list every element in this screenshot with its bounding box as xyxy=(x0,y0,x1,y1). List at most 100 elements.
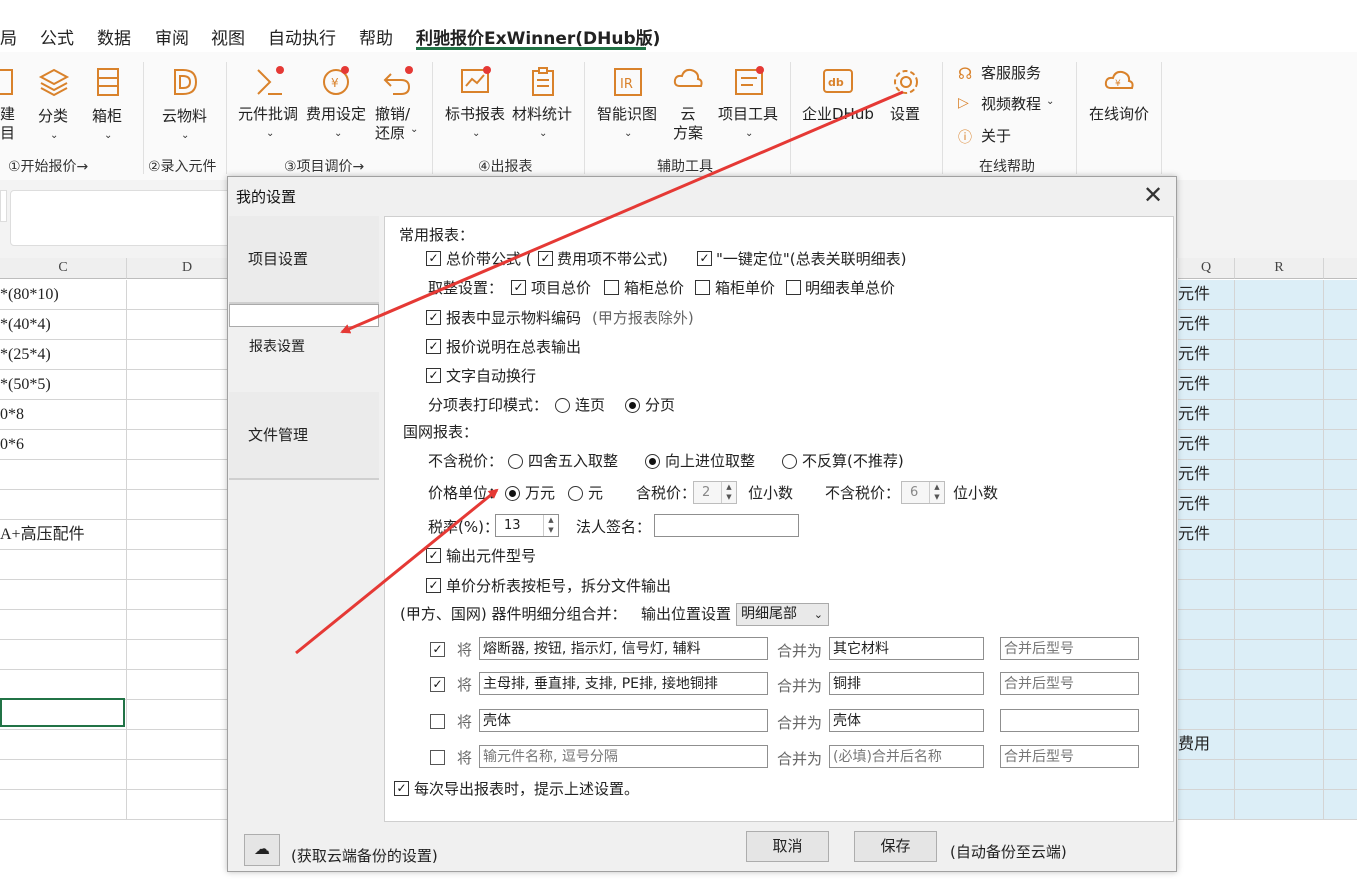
cell-s[interactable] xyxy=(1324,460,1357,490)
cell-c[interactable]: *(50*5) xyxy=(0,370,127,400)
cell-s[interactable] xyxy=(1324,550,1357,580)
merge-target-input[interactable]: (必填)合并后名称 xyxy=(829,745,984,768)
cell-r[interactable] xyxy=(1235,790,1324,820)
merge-model-input[interactable]: 合并后型号 xyxy=(1000,672,1139,695)
cell-s[interactable] xyxy=(1324,640,1357,670)
merge-model-input[interactable]: 合并后型号 xyxy=(1000,745,1139,768)
merge-target-input[interactable]: 壳体 xyxy=(829,709,984,732)
output-position-select[interactable]: 明细尾部 ⌄ xyxy=(736,603,829,626)
cell-c[interactable] xyxy=(0,490,127,520)
cell-q[interactable] xyxy=(1178,580,1235,610)
cell-q[interactable] xyxy=(1178,760,1235,790)
cell-r[interactable] xyxy=(1235,700,1324,730)
merge-row-checkbox[interactable]: ✓ xyxy=(430,642,445,657)
cell-s[interactable] xyxy=(1324,580,1357,610)
cell-q[interactable] xyxy=(1178,550,1235,580)
checkbox-round-project-total[interactable]: ✓ xyxy=(511,280,526,295)
tax-rate-stepper[interactable]: 13 ▲ ▼ xyxy=(495,514,559,537)
radio-print-continuous[interactable] xyxy=(555,398,570,413)
radio-round-half[interactable] xyxy=(508,454,523,469)
undo-redo-button[interactable]: 撤销/ 还原 xyxy=(375,105,410,143)
cancel-button[interactable]: 取消 xyxy=(746,831,829,862)
cell-s[interactable] xyxy=(1324,670,1357,700)
cell-r[interactable] xyxy=(1235,760,1324,790)
cell-r[interactable] xyxy=(1235,280,1324,310)
cell-c[interactable] xyxy=(0,640,127,670)
nav-report-settings[interactable]: 报表设置 xyxy=(229,304,379,355)
checkbox-round-detail-total[interactable] xyxy=(786,280,801,295)
merge-items-input[interactable]: 输元件名称, 逗号分隔 xyxy=(479,745,768,768)
cell-q[interactable]: 元件 xyxy=(1178,280,1235,310)
merge-items-input[interactable]: 主母排, 垂直排, 支排, PE排, 接地铜排 xyxy=(479,672,768,695)
cell-c[interactable] xyxy=(0,460,127,490)
merge-target-input[interactable]: 其它材料 xyxy=(829,637,984,660)
incl-tax-decimal-stepper[interactable]: 2 ▲ ▼ xyxy=(693,481,737,504)
radio-print-paged[interactable] xyxy=(625,398,640,413)
fee-setting-button[interactable]: 费用设定 xyxy=(306,105,366,124)
nav-file-management[interactable]: 文件管理 xyxy=(229,392,379,480)
ribbon-new-project-label[interactable]: 建 目 xyxy=(0,105,15,143)
cell-r[interactable] xyxy=(1235,340,1324,370)
cell-q[interactable] xyxy=(1178,700,1235,730)
cell-c[interactable]: *(40*4) xyxy=(0,310,127,340)
cell-r[interactable] xyxy=(1235,370,1324,400)
column-header-q[interactable]: Q xyxy=(1178,258,1235,279)
checkbox-output-model[interactable]: ✓ xyxy=(426,548,441,563)
spin-arrows-icon[interactable]: ▲ ▼ xyxy=(721,482,736,503)
cell-q[interactable] xyxy=(1178,640,1235,670)
cell-c[interactable]: 0*6 xyxy=(0,430,127,460)
cell-r[interactable] xyxy=(1235,400,1324,430)
radio-no-reverse[interactable] xyxy=(782,454,797,469)
save-button[interactable]: 保存 xyxy=(854,831,937,862)
cell-q[interactable] xyxy=(1178,610,1235,640)
legal-sign-input[interactable] xyxy=(654,514,799,537)
cell-r[interactable] xyxy=(1235,640,1324,670)
cell-r[interactable] xyxy=(1235,310,1324,340)
cell-c[interactable]: *(80*10) xyxy=(0,280,127,310)
checkbox-one-key[interactable]: ✓ xyxy=(697,251,712,266)
cell-c[interactable] xyxy=(0,550,127,580)
cell-q[interactable]: 元件 xyxy=(1178,370,1235,400)
cell-s[interactable] xyxy=(1324,280,1357,310)
batch-adjust-button[interactable]: 元件批调 xyxy=(238,105,298,124)
tab-formulas[interactable]: 公式 xyxy=(40,24,74,49)
cell-r[interactable] xyxy=(1235,730,1324,760)
cell-c[interactable] xyxy=(0,760,127,790)
cell-s[interactable] xyxy=(1324,490,1357,520)
cell-q[interactable]: 元件 xyxy=(1178,490,1235,520)
classify-button[interactable]: 分类 xyxy=(38,107,68,126)
cell-r[interactable] xyxy=(1235,670,1324,700)
merge-model-input[interactable] xyxy=(1000,709,1139,732)
cell-s[interactable] xyxy=(1324,520,1357,550)
cell-q[interactable]: 元件 xyxy=(1178,400,1235,430)
cell-r[interactable] xyxy=(1235,610,1324,640)
merge-model-input[interactable]: 合并后型号 xyxy=(1000,637,1139,660)
close-icon[interactable]: ✕ xyxy=(1143,181,1163,209)
cell-c[interactable] xyxy=(0,610,127,640)
cell-s[interactable] xyxy=(1324,430,1357,460)
project-tools-button[interactable]: 项目工具 xyxy=(718,105,778,124)
cell-r[interactable] xyxy=(1235,520,1324,550)
checkbox-text-wrap[interactable]: ✓ xyxy=(426,368,441,383)
tab-automate[interactable]: 自动执行 xyxy=(268,24,336,49)
merge-items-input[interactable]: 壳体 xyxy=(479,709,768,732)
column-header-r[interactable]: R xyxy=(1235,258,1324,279)
checkbox-show-material-code[interactable]: ✓ xyxy=(426,310,441,325)
excl-tax-decimal-stepper[interactable]: 6 ▲ ▼ xyxy=(901,481,945,504)
video-tutorial-link[interactable]: 视频教程 xyxy=(981,95,1041,114)
cell-s[interactable] xyxy=(1324,340,1357,370)
cell-q[interactable] xyxy=(1178,670,1235,700)
cell-s[interactable] xyxy=(1324,370,1357,400)
merge-row-checkbox[interactable] xyxy=(430,714,445,729)
spin-arrows-icon[interactable]: ▲ ▼ xyxy=(929,482,944,503)
cloud-scheme-button[interactable]: 云 方案 xyxy=(673,105,703,143)
about-link[interactable]: 关于 xyxy=(981,127,1011,146)
merge-row-checkbox[interactable]: ✓ xyxy=(430,677,445,692)
tab-exwinner[interactable]: 利驰报价ExWinner(DHub版) xyxy=(416,24,660,49)
column-header-c[interactable]: C xyxy=(0,258,127,279)
cell-s[interactable] xyxy=(1324,700,1357,730)
cell-q[interactable] xyxy=(1178,790,1235,820)
cell-q[interactable]: 元件 xyxy=(1178,430,1235,460)
checkbox-prompt-each-export[interactable]: ✓ xyxy=(394,781,409,796)
cell-c[interactable]: A+高压配件 xyxy=(0,520,127,550)
